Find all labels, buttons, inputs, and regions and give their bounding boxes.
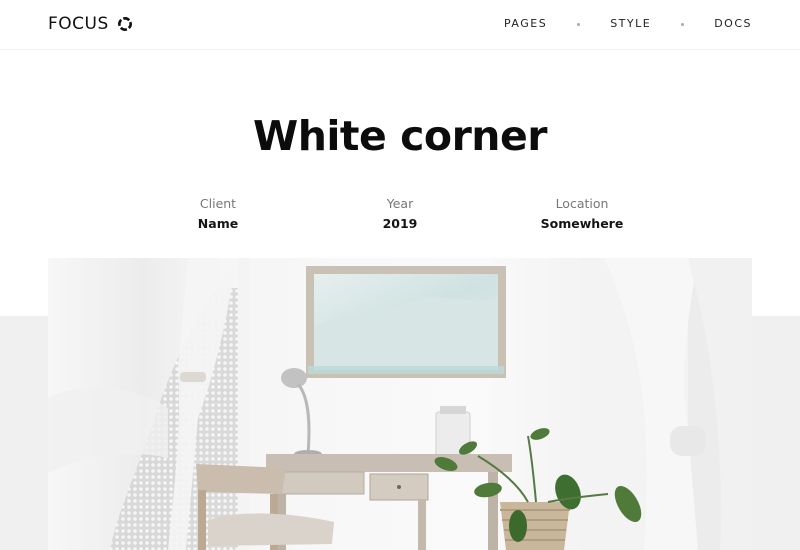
nav-separator-dot xyxy=(577,22,581,26)
hero-image xyxy=(48,258,752,550)
meta-client: Client Name xyxy=(148,196,288,232)
ring-icon xyxy=(117,17,132,31)
navbar: FOCUS PAGES STYLE DOCS xyxy=(0,0,800,50)
nav-link-docs[interactable]: DOCS xyxy=(714,17,752,31)
meta-label: Year xyxy=(386,196,414,211)
meta-year: Year 2019 xyxy=(330,196,470,232)
meta-value: 2019 xyxy=(382,216,418,231)
logo-text: FOCUS xyxy=(48,14,109,34)
meta-value: Somewhere xyxy=(540,216,624,231)
nav-link-pages[interactable]: PAGES xyxy=(504,17,547,31)
interior-photo xyxy=(48,258,752,550)
main-nav: PAGES STYLE DOCS xyxy=(504,17,752,31)
nav-link-style[interactable]: STYLE xyxy=(610,17,651,31)
page-title: White corner xyxy=(252,112,548,160)
meta-label: Client xyxy=(199,196,237,211)
meta-label: Location xyxy=(555,196,609,211)
nav-separator-dot xyxy=(681,22,685,26)
meta-location: Location Somewhere xyxy=(512,196,652,232)
logo[interactable]: FOCUS xyxy=(48,14,133,34)
meta-value: Name xyxy=(197,216,239,231)
